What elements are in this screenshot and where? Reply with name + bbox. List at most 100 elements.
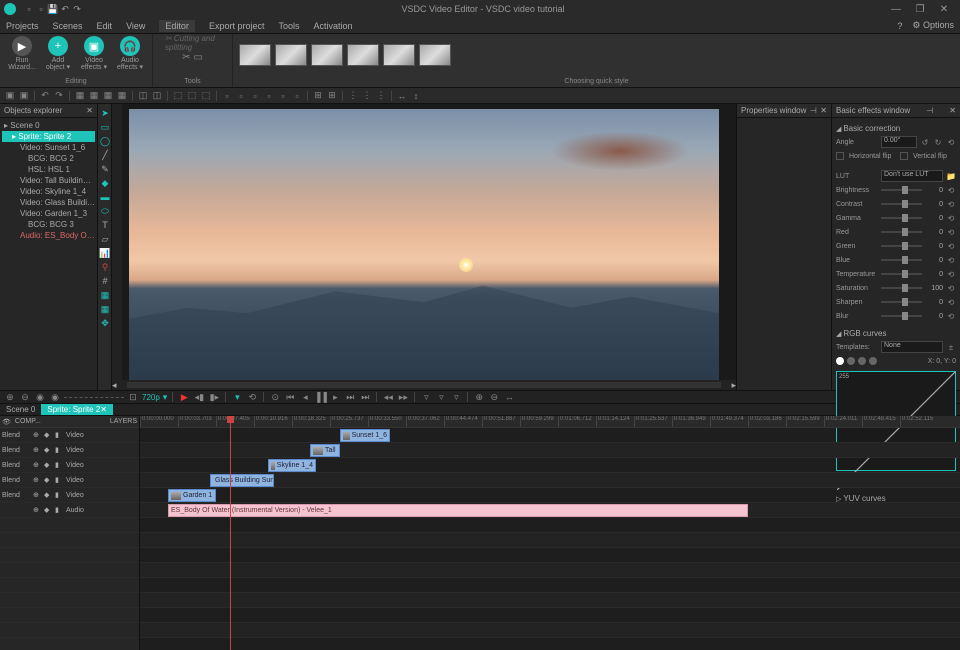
reset-icon[interactable]: ⟲ — [946, 228, 956, 237]
menu-editor[interactable]: Editor — [159, 20, 195, 32]
track-toggle-icon[interactable]: ⊕ — [33, 446, 41, 454]
slider-red[interactable] — [881, 231, 922, 233]
timeline-clip[interactable]: Garden 1 — [168, 489, 216, 502]
tl-eye-icon[interactable]: 👁 — [2, 418, 11, 426]
tree-node[interactable]: Video: Tall Building 1_7 — [2, 175, 95, 186]
timeline-track[interactable]: Sunset 1_6 — [140, 428, 960, 443]
quick-style-gallery[interactable] — [233, 34, 960, 76]
reset-icon[interactable]: ⟲ — [946, 312, 956, 321]
tb-icon[interactable]: ▦ — [88, 90, 100, 102]
angle-input[interactable]: 0.00° — [881, 136, 917, 148]
tb-icon[interactable]: ▫ — [221, 90, 233, 102]
slider-blur[interactable] — [881, 315, 922, 317]
pen-tool-icon[interactable]: ✎ — [98, 162, 112, 176]
playhead[interactable] — [230, 416, 231, 650]
video-effects-button[interactable]: ▣Video effects ▾ — [78, 36, 110, 71]
track-keyframe-icon[interactable]: ◆ — [44, 491, 52, 499]
tb-icon[interactable]: ▫ — [291, 90, 303, 102]
tb-icon[interactable]: ⊞ — [326, 90, 338, 102]
folder-icon[interactable]: 📁 — [946, 172, 956, 181]
shape3-tool-icon[interactable]: ⬭ — [98, 204, 112, 218]
panel-close-icon[interactable]: ✕ — [86, 106, 93, 115]
options-link[interactable]: ⚙ Options — [912, 20, 954, 31]
tree-node[interactable]: HSL: HSL 1 — [2, 164, 95, 175]
style-thumb[interactable] — [383, 44, 415, 66]
basic-correction-section[interactable]: Basic correction — [836, 122, 956, 135]
tb-icon[interactable]: ◫ — [151, 90, 163, 102]
skip-back-icon[interactable]: ⏮ — [284, 392, 296, 403]
tb-icon[interactable]: ↕ — [410, 90, 422, 102]
tab-sprite-2[interactable]: Sprite: Sprite 2 ✕ — [41, 404, 113, 415]
tb-icon[interactable]: ⊞ — [312, 90, 324, 102]
add-object-button[interactable]: +Add object ▾ — [42, 36, 74, 71]
preview-viewport[interactable]: ◂▸ — [112, 104, 736, 390]
track-visible-icon[interactable]: ▮ — [55, 446, 63, 454]
reset-icon[interactable]: ⟲ — [946, 242, 956, 251]
slider-sharpen[interactable] — [881, 301, 922, 303]
reset-icon[interactable]: ⟲ — [946, 256, 956, 265]
track-toggle-icon[interactable]: ⊕ — [33, 476, 41, 484]
track-toggle-icon[interactable]: ⊕ — [33, 431, 41, 439]
slider-temperature[interactable] — [881, 273, 922, 275]
timeline-clip[interactable]: Glass Building Sun — [210, 474, 274, 487]
objects-tree[interactable]: ▸ Scene 0▸ Sprite: Sprite 2Video: Sunset… — [0, 118, 97, 390]
track-toggle-icon[interactable]: ⊕ — [33, 506, 41, 514]
timeline-track[interactable]: Tall — [140, 443, 960, 458]
timeline-ruler[interactable]: 0:00:00.0000:00:03.7030:00:07.4050:00:10… — [140, 416, 960, 428]
step-fwd-icon[interactable]: ▸ — [329, 392, 341, 403]
play-button[interactable]: ▶ — [178, 392, 190, 403]
cam-icon[interactable]: ◉ — [34, 392, 46, 403]
tooltip-tool-icon[interactable]: ▱ — [98, 232, 112, 246]
counter-tool-icon[interactable]: # — [98, 274, 112, 288]
goto-start-icon[interactable]: ⊙ — [269, 392, 281, 403]
style-thumb[interactable] — [311, 44, 343, 66]
slider-contrast[interactable] — [881, 203, 922, 205]
reset-icon[interactable]: ⟲ — [946, 270, 956, 279]
timeline-track[interactable]: ES_Body Of Water (Instrumental Version) … — [140, 503, 960, 518]
style-thumb[interactable] — [347, 44, 379, 66]
menu-scenes[interactable]: Scenes — [53, 21, 83, 31]
mode-icon[interactable]: ▾ — [231, 392, 243, 403]
v-scrollbar[interactable] — [112, 104, 122, 390]
track-keyframe-icon[interactable]: ◆ — [44, 461, 52, 469]
timeline-clip[interactable]: Skyline 1_4 — [268, 459, 316, 472]
reset-icon[interactable]: ⟲ — [946, 284, 956, 293]
menu-activation[interactable]: Activation — [313, 21, 352, 31]
track-toggle-icon[interactable]: ⊕ — [33, 461, 41, 469]
run-wizard-button[interactable]: ▶Run Wizard... — [6, 36, 38, 71]
qat-undo-icon[interactable]: ↶ — [60, 4, 70, 14]
close-button[interactable]: ✕ — [932, 4, 956, 15]
tb-icon[interactable]: ▦ — [102, 90, 114, 102]
tree-node[interactable]: BCG: BCG 3 — [2, 219, 95, 230]
line-tool-icon[interactable]: ╱ — [98, 148, 112, 162]
blend-mode[interactable]: Blend — [2, 432, 30, 439]
tab-scene-0[interactable]: Scene 0 — [0, 404, 41, 415]
tree-node[interactable]: Video: Garden 1_3 — [2, 208, 95, 219]
cam2-icon[interactable]: ◉ — [49, 392, 61, 403]
fit2-icon[interactable]: ↔ — [503, 392, 515, 402]
tb-icon[interactable]: ▫ — [235, 90, 247, 102]
frame-fwd-icon[interactable]: ▮▸ — [208, 392, 220, 403]
reset-icon[interactable]: ⟲ — [946, 298, 956, 307]
maximize-button[interactable]: ❐ — [908, 4, 932, 15]
marker3-icon[interactable]: ▿ — [450, 392, 462, 403]
loop-icon[interactable]: ⟲ — [246, 392, 258, 403]
qat-redo-icon[interactable]: ↷ — [72, 4, 82, 14]
timeline-clip[interactable]: Sunset 1_6 — [340, 429, 390, 442]
timeline-clip[interactable]: ES_Body Of Water (Instrumental Version) … — [168, 504, 748, 517]
step-back-icon[interactable]: ◂ — [299, 392, 311, 403]
tree-node[interactable]: ▸ Scene 0 — [2, 120, 95, 131]
marker-icon[interactable]: ▿ — [420, 392, 432, 403]
tb-undo-icon[interactable]: ↶ — [39, 90, 51, 102]
timeline-track[interactable]: Garden 1 — [140, 488, 960, 503]
timeline-track[interactable]: Skyline 1_4 — [140, 458, 960, 473]
slider-green[interactable] — [881, 245, 922, 247]
tree-node[interactable]: Video: Skyline 1_4 — [2, 186, 95, 197]
slider-saturation[interactable] — [881, 287, 922, 289]
reset-icon[interactable]: ⟲ — [946, 186, 956, 195]
save-template-icon[interactable]: ± — [946, 343, 956, 352]
tb-icon[interactable]: ↔ — [396, 90, 408, 102]
blend-mode[interactable]: Blend — [2, 462, 30, 469]
blend-mode[interactable]: Blend — [2, 492, 30, 499]
rec2-icon[interactable]: ⊖ — [19, 392, 31, 403]
